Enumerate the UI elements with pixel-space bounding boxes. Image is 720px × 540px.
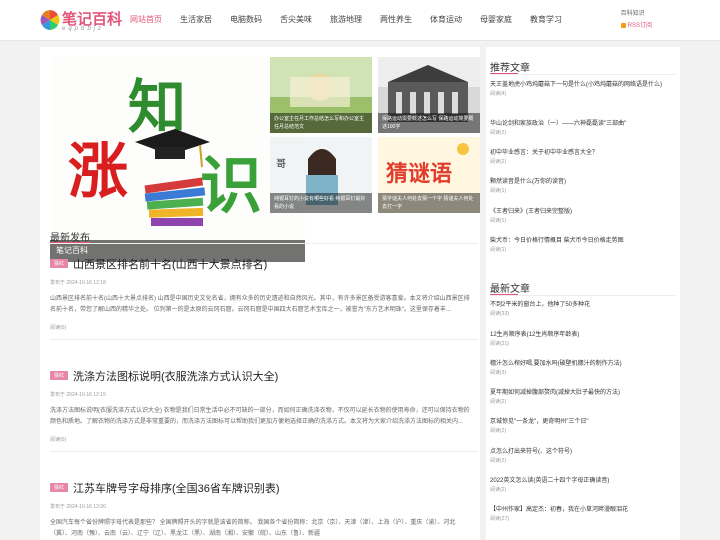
header-links: 百科知识 RSS订阅 <box>620 8 652 32</box>
sidebar-new-item[interactable]: 点怎么打出来符号(、这个符号) 阅读(2) <box>490 447 676 466</box>
new-item-read: 阅读(2) <box>490 487 507 493</box>
sidebar-rec-item[interactable]: 华山论剑和家族政治（一）——六神磊磊读"三部曲" 阅读(2) <box>490 119 676 138</box>
rec-item-text[interactable]: 《王者归来》(王者归来完整版) <box>490 207 676 217</box>
article-tag[interactable]: 猜红 <box>50 371 69 381</box>
article-tag[interactable]: 猜红 <box>50 259 69 269</box>
new-item-read: 阅读(21) <box>490 341 509 347</box>
pinwheel-logo-icon <box>40 10 60 30</box>
sidebar-new-item[interactable]: 京城惊见"一条龙"，更奇明州"三个日" 阅读(2) <box>490 417 676 436</box>
new-item-read: 阅读(2) <box>490 458 507 464</box>
featured-tile-2[interactable]: 保路运动需要概述怎么写 保路运动简要概述100字 <box>378 57 480 133</box>
tile-4-caption: 猜字谜夫人何处去猜一个字 猜谜夫人何处去打一字 <box>378 193 480 213</box>
article-divider <box>50 451 478 452</box>
new-item-read: 阅读(33) <box>490 311 509 317</box>
new-item-text[interactable]: 夏年期如何减掉腹部赘肉(减掉大肚子最快的方法) <box>490 388 676 398</box>
rec-item-read: 阅读(1) <box>490 247 507 253</box>
sidebar-rec-item[interactable]: 初中毕业感言：关于初中毕业感言大全？ 阅读(2) <box>490 148 676 167</box>
sidebar-rec-item[interactable]: 颗然读音是什么(万你的读音) 阅读(1) <box>490 177 676 196</box>
sidebar-new-item[interactable]: 穗汁怎么榨好喝,要加水吗(破壁机穗汁的制作方法) 阅读(3) <box>490 359 676 378</box>
sidebar-new-item[interactable]: 夏年期如何减掉腹部赘肉(减掉大肚子最快的方法) 阅读(2) <box>490 388 676 407</box>
rec-item-text[interactable]: 柴犬币：今日价格行情概目 柴犬币今日价格走势图 <box>490 236 676 246</box>
article-item: 猜红 山西景区排名前十名(山西十大景点排名) 发布于 2024-10-16 12:… <box>50 255 480 340</box>
article-meta: 发布于 2024-10-16 12:00 <box>50 504 106 510</box>
new-item-read: 阅读(3) <box>490 370 507 376</box>
new-item-text[interactable]: 2022英文怎么读(英语二十四个字母正确读音) <box>490 476 676 486</box>
site-logo[interactable]: 笔记百科 eqpbbjz <box>40 8 122 34</box>
new-item-read: 阅读(27) <box>490 516 509 522</box>
new-item-text[interactable]: 京城惊见"一条龙"，更奇明州"三个日" <box>490 417 676 427</box>
article-excerpt: 全国汽车每个省份牌照字母代表是那些？ 全国牌照开头的字就是该省的简称。 我国各个… <box>50 520 456 537</box>
new-item-text[interactable]: 点怎么打出来符号(、这个符号) <box>490 447 676 457</box>
tile-3-caption: 纯银耳钉的小说有哪些好看 纯银耳钉最好看的小说 <box>270 193 372 213</box>
baike-link[interactable]: 百科知识 <box>621 8 652 20</box>
site-header: 笔记百科 eqpbbjz 网站首页 生活家居 电脑数码 舌尖美味 旅游地理 两性… <box>0 0 720 41</box>
rss-icon <box>620 22 626 28</box>
rec-item-text[interactable]: 初中毕业感言：关于初中毕业感言大全？ <box>490 148 676 158</box>
featured-tile-3[interactable]: 哥 纯银耳钉的小说有哪些好看 纯银耳钉最好看的小说 <box>270 137 372 213</box>
new-item-text[interactable]: 12生肖顺序表(12生肖顺序年龄表) <box>490 330 676 340</box>
nav-item-life[interactable]: 生活家居 <box>178 0 214 40</box>
latest-articles-title: 最新文章 <box>490 284 530 295</box>
nav-item-travel[interactable]: 旅游地理 <box>328 0 364 40</box>
nav-item-family[interactable]: 母婴家庭 <box>478 0 514 40</box>
nav-item-home[interactable]: 网站首页 <box>128 0 164 40</box>
article-meta: 发布于 2024-10-16 12:15 <box>50 392 106 398</box>
article-item: 猜红 江苏车牌号字母排序(全国36省车牌识别表) 发布于 2024-10-16 1… <box>50 479 480 540</box>
logo-subtext: eqpbbjz <box>62 26 105 32</box>
article-title-link[interactable]: 山西景区排名前十名(山西十大景点排名) <box>73 259 267 271</box>
svg-text:哥: 哥 <box>276 158 286 170</box>
sidebar-rec-item[interactable]: 《王者归来》(王者归来完整版) 阅读(1) <box>490 207 676 226</box>
rss-label: RSS订阅 <box>627 23 652 29</box>
svg-text:识: 识 <box>200 149 262 222</box>
main-content: 知 涨 识 笔记百科 办公室主任月工作总结怎么写和办公室主任月总结范文 保路运动… <box>40 47 480 540</box>
featured-tile-1[interactable]: 办公室主任月工作总结怎么写和办公室主任月总结范文 <box>270 57 372 133</box>
article-tag[interactable]: 猜红 <box>50 483 69 493</box>
rec-item-text[interactable]: 颗然读音是什么(万你的读音) <box>490 177 676 187</box>
article-divider <box>50 339 478 340</box>
latest-articles-divider <box>490 295 676 296</box>
sidebar-rec-item[interactable]: 柴犬币：今日价格行情概目 柴犬币今日价格走势图 阅读(1) <box>490 236 676 255</box>
recommended-divider <box>490 74 676 75</box>
new-item-read: 阅读(2) <box>490 399 507 405</box>
rss-link[interactable]: RSS订阅 <box>620 20 652 32</box>
article-title-link[interactable]: 江苏车牌号字母排序(全国36省车牌识别表) <box>73 483 280 495</box>
sidebar-new-item[interactable]: 12生肖顺序表(12生肖顺序年龄表) 阅读(21) <box>490 330 676 349</box>
nav-item-sports[interactable]: 体育运动 <box>428 0 464 40</box>
rec-item-read: 阅读(2) <box>490 159 507 165</box>
featured-tile-4[interactable]: 猜谜语 猜字谜夫人何处去猜一个字 猜谜夫人何处去打一字 <box>378 137 480 213</box>
new-item-text[interactable]: 【中州作家】高定杰：初春，我在小草河畔漫眼泪花 <box>490 505 676 515</box>
nav-item-digital[interactable]: 电脑数码 <box>228 0 264 40</box>
recommended-title: 推荐文章 <box>490 63 530 74</box>
latest-divider <box>50 243 478 244</box>
rec-item-read: 阅读(4) <box>490 91 507 97</box>
sidebar: 推荐文章 天王盖地虎小鸡炖蘑菇下一句是什么(小鸡炖蘑菇的网络语是什么) 阅读(4)… <box>486 47 680 540</box>
tile-2-caption: 保路运动需要概述怎么写 保路运动简要概述100字 <box>378 113 480 133</box>
new-item-read: 阅读(2) <box>490 428 507 434</box>
new-item-text[interactable]: 穗汁怎么榨好喝,要加水吗(破壁机穗汁的制作方法) <box>490 359 676 369</box>
tile-1-caption: 办公室主任月工作总结怎么写和办公室主任月总结范文 <box>270 113 372 133</box>
rec-item-read: 阅读(1) <box>490 188 507 194</box>
nav-item-education[interactable]: 教育学习 <box>528 0 564 40</box>
article-excerpt: 洗涤方法图标说明(衣服洗涤方式认识大全) 衣物是我们日常生活中必不可缺的一部分，… <box>50 408 470 425</box>
article-item: 猜红 洗涤方法图标说明(衣服洗涤方式认识大全) 发布于 2024-10-16 12… <box>50 367 480 452</box>
new-item-text[interactable]: 不到2平米的窗台上，他种了50多种花 <box>490 300 676 310</box>
rec-item-read: 阅读(1) <box>490 218 507 224</box>
sidebar-rec-item[interactable]: 天王盖地虎小鸡炖蘑菇下一句是什么(小鸡炖蘑菇的网络语是什么) 阅读(4) <box>490 80 676 99</box>
article-read-count: 阅读(0) <box>50 437 67 443</box>
article-excerpt: 山西景区排名前十名(山西十大景点排名) 山西是中国历史文化名省，拥有众多的历史遗… <box>50 296 470 313</box>
rec-item-text[interactable]: 天王盖地虎小鸡炖蘑菇下一句是什么(小鸡炖蘑菇的网络语是什么) <box>490 80 676 90</box>
article-read-count: 阅读(0) <box>50 325 67 331</box>
article-title-link[interactable]: 洗涤方法图标说明(衣服洗涤方式认识大全) <box>73 371 278 383</box>
svg-text:猜谜语: 猜谜语 <box>385 162 452 187</box>
rec-item-text[interactable]: 华山论剑和家族政治（一）——六神磊磊读"三部曲" <box>490 119 676 129</box>
sidebar-new-item[interactable]: 2022英文怎么读(英语二十四个字母正确读音) 阅读(2) <box>490 476 676 495</box>
nav-item-health[interactable]: 两性养生 <box>378 0 414 40</box>
rec-item-read: 阅读(2) <box>490 130 507 136</box>
sidebar-new-item[interactable]: 不到2平米的窗台上，他种了50多种花 阅读(33) <box>490 300 676 319</box>
svg-text:涨: 涨 <box>68 137 128 207</box>
nav-item-food[interactable]: 舌尖美味 <box>278 0 314 40</box>
sidebar-new-item[interactable]: 【中州作家】高定杰：初春，我在小草河畔漫眼泪花 阅读(27) <box>490 505 676 524</box>
article-meta: 发布于 2024-10-16 12:18 <box>50 280 106 286</box>
